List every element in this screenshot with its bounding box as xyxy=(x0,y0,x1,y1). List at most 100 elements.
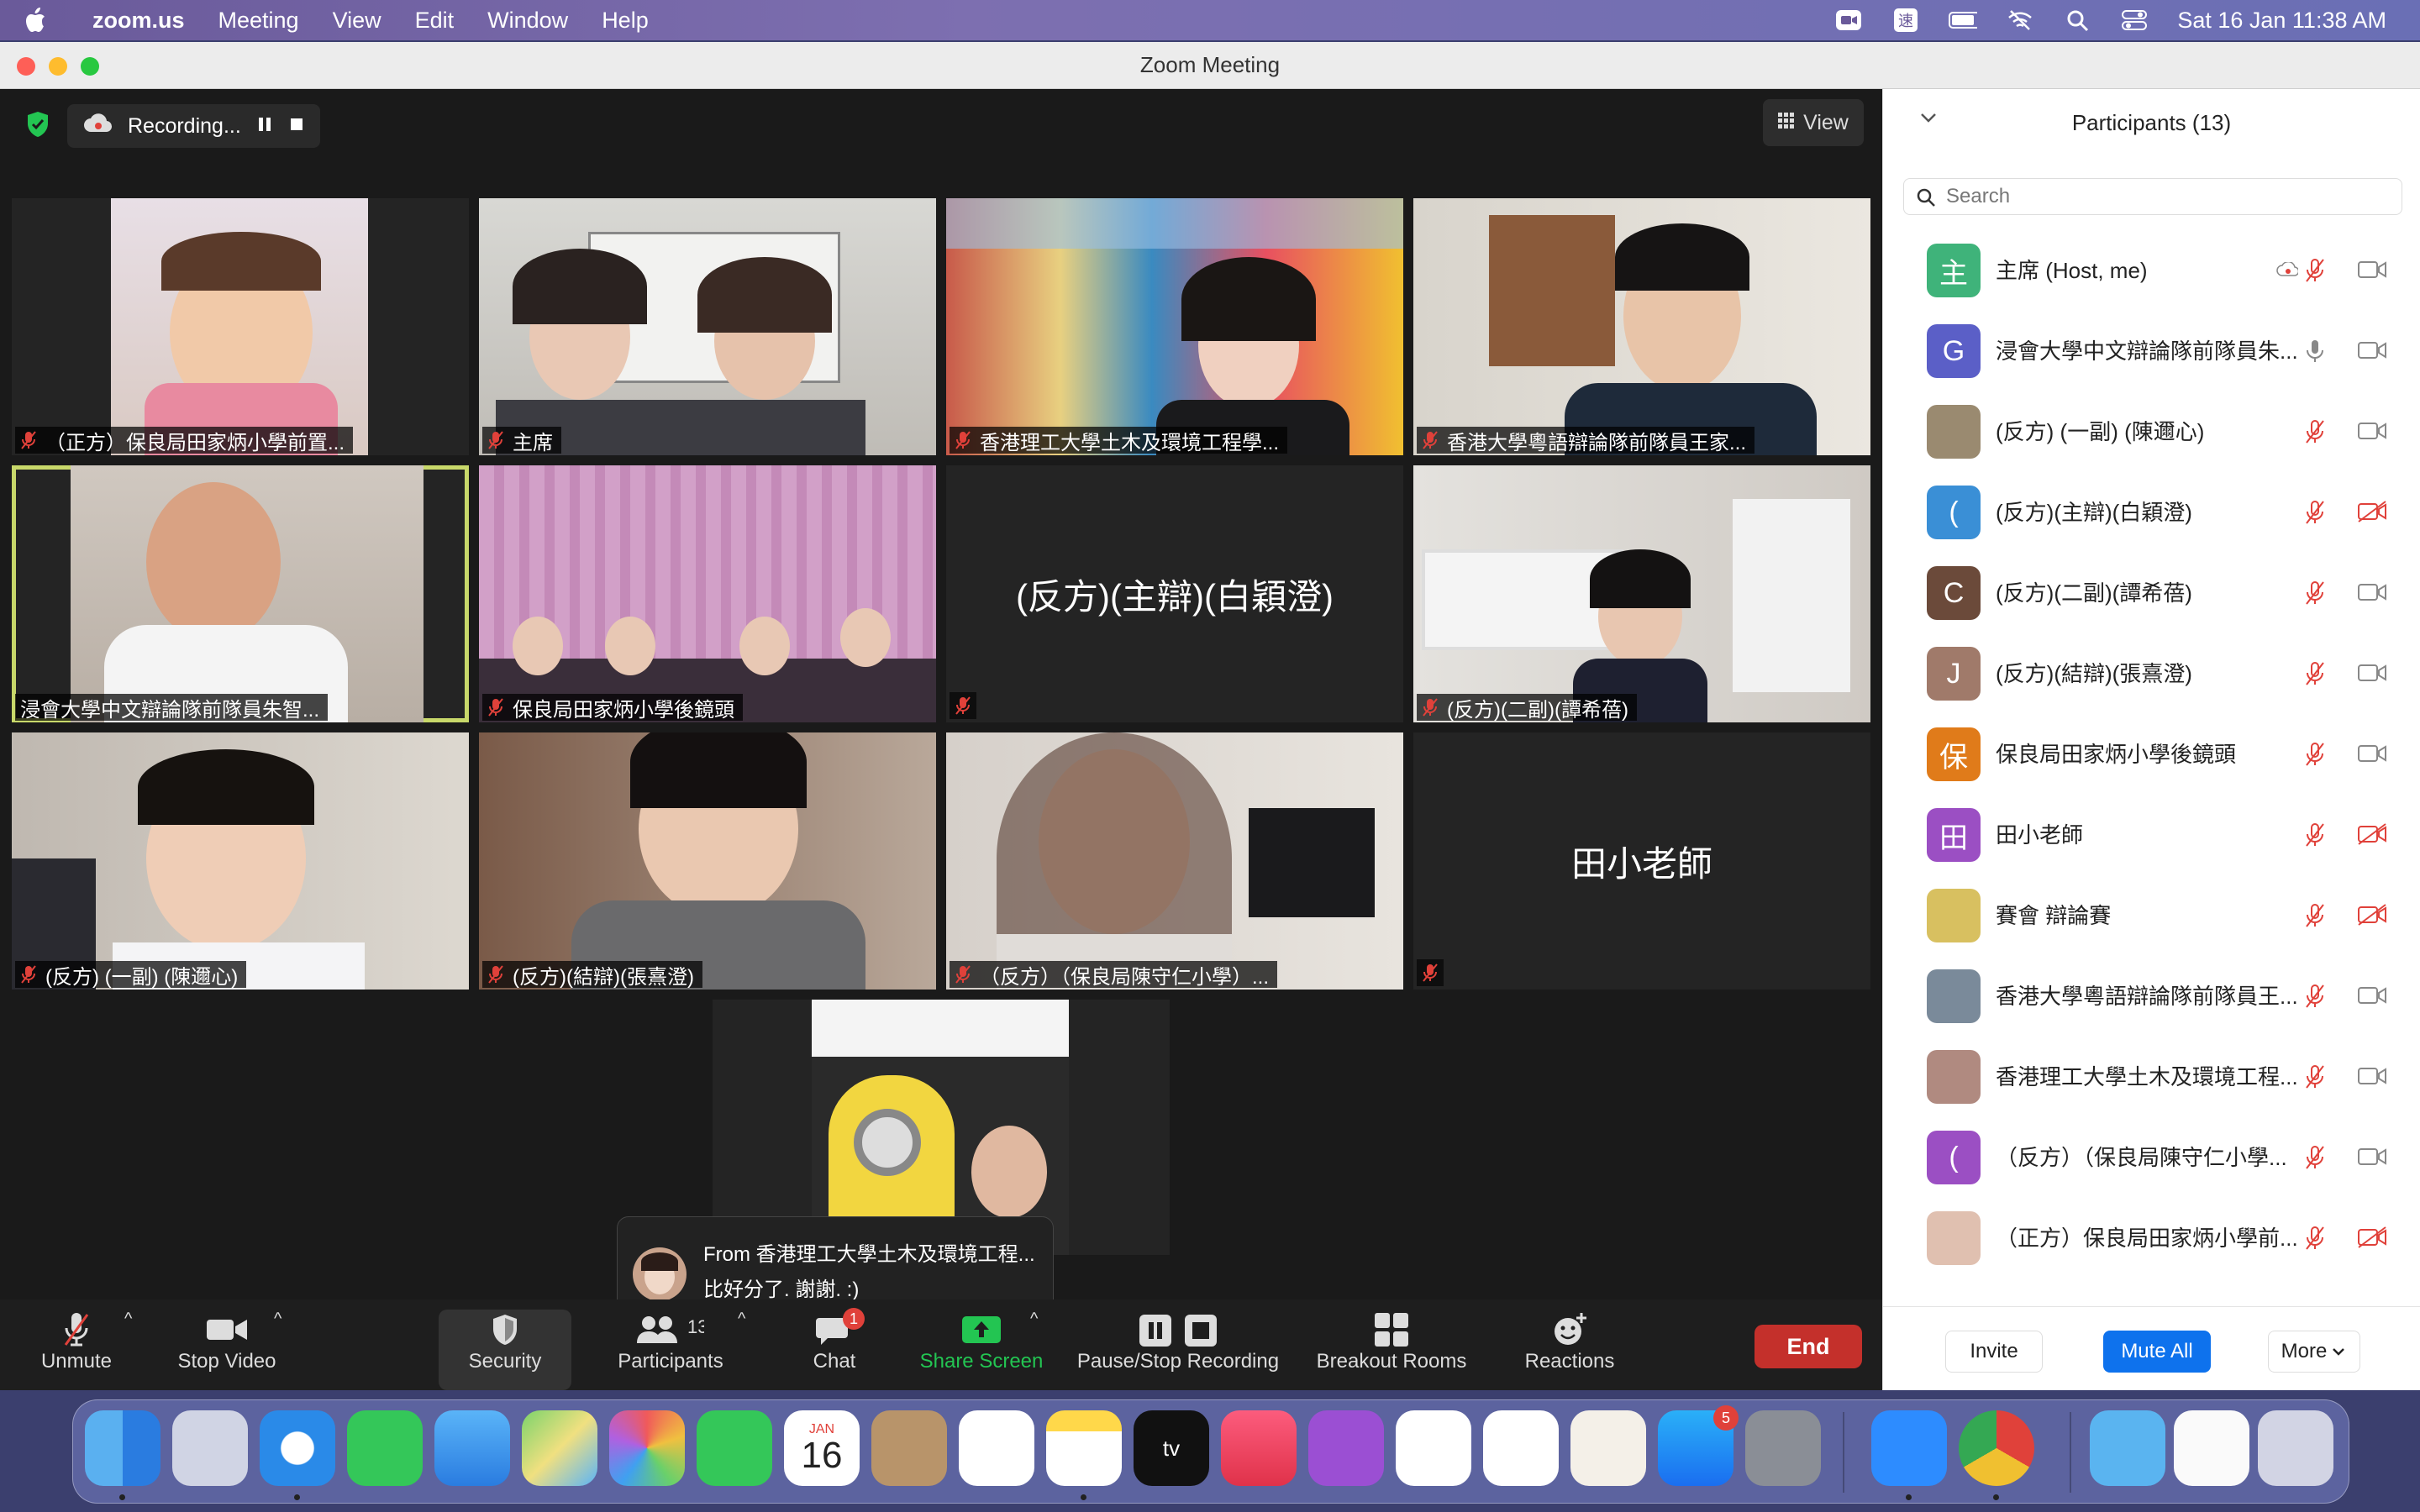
trash-icon[interactable] xyxy=(2258,1410,2333,1486)
participant-row[interactable]: 保保良局田家炳小學後鏡頭 xyxy=(1883,712,2420,793)
finder-icon[interactable] xyxy=(85,1410,160,1486)
menu-view[interactable]: View xyxy=(333,8,381,34)
invite-button[interactable]: Invite xyxy=(1945,1331,2043,1373)
minimize-window-button[interactable] xyxy=(49,57,67,76)
chrome-icon[interactable] xyxy=(1959,1410,2034,1486)
muted-mic-icon[interactable] xyxy=(2303,660,2327,691)
participants-options-chevron-icon[interactable]: ^ xyxy=(738,1310,745,1329)
muted-mic-icon[interactable] xyxy=(2303,822,2327,853)
pages-icon[interactable] xyxy=(1570,1410,1646,1486)
safari-icon[interactable] xyxy=(260,1410,335,1486)
numbers-icon[interactable] xyxy=(1483,1410,1559,1486)
participant-row[interactable]: (反方) (一副) (陳邇心) xyxy=(1883,390,2420,470)
video-tile[interactable]: 主席 xyxy=(479,198,936,455)
video-camera-icon[interactable] xyxy=(2357,420,2387,446)
mute-all-button[interactable]: Mute All xyxy=(2103,1331,2211,1373)
video-camera-icon[interactable] xyxy=(2357,259,2387,285)
participant-row[interactable]: 香港大學粵語辯論隊前隊員王... xyxy=(1883,954,2420,1035)
participant-row[interactable]: C (反方)(二副)(譚希蓓) xyxy=(1883,551,2420,632)
podcasts-icon[interactable] xyxy=(1308,1410,1384,1486)
launchpad-icon[interactable] xyxy=(172,1410,248,1486)
facetime-icon[interactable] xyxy=(697,1410,772,1486)
muted-mic-icon[interactable] xyxy=(2303,580,2327,611)
video-off-icon[interactable] xyxy=(2357,823,2387,849)
video-off-icon[interactable] xyxy=(2357,501,2387,527)
chat-button[interactable]: 1 Chat xyxy=(797,1308,872,1390)
video-camera-icon[interactable] xyxy=(2357,339,2387,365)
participant-row[interactable]: J (反方)(結辯)(張熹澄) xyxy=(1883,632,2420,712)
stop-recording-icon[interactable] xyxy=(288,114,305,139)
participant-row[interactable]: (（反方）（保良局陳守仁小學... xyxy=(1883,1116,2420,1196)
video-tile[interactable]: (反方) (一副) (陳邇心) xyxy=(12,732,469,990)
end-meeting-button[interactable]: End xyxy=(1754,1325,1862,1368)
video-camera-icon[interactable] xyxy=(2357,1065,2387,1091)
muted-mic-icon[interactable] xyxy=(2303,1063,2327,1095)
video-off-icon[interactable] xyxy=(2357,904,2387,930)
system-preferences-icon[interactable] xyxy=(1745,1410,1821,1486)
keynote-icon[interactable] xyxy=(1396,1410,1471,1486)
muted-mic-icon[interactable] xyxy=(2303,902,2327,933)
participant-row[interactable]: 香港理工大學土木及環境工程... xyxy=(1883,1035,2420,1116)
app-store-icon[interactable]: 5 xyxy=(1658,1405,1739,1486)
menu-meeting[interactable]: Meeting xyxy=(218,8,299,34)
muted-mic-icon[interactable] xyxy=(2303,1144,2327,1175)
view-button[interactable]: View xyxy=(1763,99,1864,146)
chevron-down-icon[interactable] xyxy=(1918,108,1939,134)
zoom-app-icon[interactable] xyxy=(1871,1410,1947,1486)
wifi-off-icon[interactable] xyxy=(2006,8,2034,32)
control-center-icon[interactable] xyxy=(2120,8,2149,32)
menubar-clock[interactable]: Sat 16 Jan 11:38 AM xyxy=(2177,8,2386,34)
pause-recording-icon[interactable] xyxy=(256,114,273,139)
muted-mic-icon[interactable] xyxy=(2303,983,2327,1014)
video-options-chevron-icon[interactable]: ^ xyxy=(274,1310,281,1329)
battery-icon[interactable] xyxy=(1949,8,1978,32)
mail-icon[interactable] xyxy=(434,1410,510,1486)
video-camera-icon[interactable] xyxy=(2357,743,2387,769)
participant-row[interactable]: 田田小老師 xyxy=(1883,793,2420,874)
participant-row[interactable]: 主主席 (Host, me) xyxy=(1883,228,2420,309)
messages-icon[interactable] xyxy=(347,1410,423,1486)
participant-row[interactable]: G 浸會大學中文辯論隊前隊員朱... xyxy=(1883,309,2420,390)
video-tile[interactable]: （反方）（保良局陳守仁小學）... xyxy=(946,732,1403,990)
apple-icon[interactable] xyxy=(24,0,74,40)
video-off-tile[interactable]: 田小老師 xyxy=(1413,732,1870,990)
video-camera-icon[interactable] xyxy=(2357,662,2387,688)
documents-stack-icon[interactable] xyxy=(2174,1410,2249,1486)
video-tile[interactable]: (反方)(結辯)(張熹澄) xyxy=(479,732,936,990)
video-camera-icon[interactable] xyxy=(2357,984,2387,1011)
participant-search-input[interactable]: Search xyxy=(1903,178,2402,215)
participant-row[interactable]: 賽會 辯論賽 xyxy=(1883,874,2420,954)
menu-help[interactable]: Help xyxy=(602,8,649,34)
muted-mic-icon[interactable] xyxy=(2303,741,2327,772)
zoom-window-button[interactable] xyxy=(81,57,99,76)
menu-edit[interactable]: Edit xyxy=(415,8,455,34)
spotlight-icon[interactable] xyxy=(2063,8,2091,32)
menu-app[interactable]: zoom.us xyxy=(92,8,185,34)
unmute-button[interactable]: Unmute xyxy=(24,1310,129,1390)
notes-icon[interactable] xyxy=(1046,1410,1122,1486)
video-off-icon[interactable] xyxy=(2357,1226,2387,1252)
maps-icon[interactable] xyxy=(522,1410,597,1486)
breakout-rooms-button[interactable]: Breakout Rooms xyxy=(1307,1310,1476,1390)
close-window-button[interactable] xyxy=(17,57,35,76)
reminders-icon[interactable] xyxy=(959,1410,1034,1486)
muted-mic-icon[interactable] xyxy=(2303,418,2327,449)
muted-mic-icon[interactable] xyxy=(2303,499,2327,530)
mic-icon[interactable] xyxy=(2303,338,2327,369)
photos-icon[interactable] xyxy=(609,1410,685,1486)
video-tile[interactable]: （正方）保良局田家炳小學前置... xyxy=(12,198,469,455)
video-tile[interactable]: (反方)(二副)(譚希蓓) xyxy=(1413,465,1870,722)
video-camera-icon[interactable] xyxy=(2357,581,2387,607)
muted-mic-icon[interactable] xyxy=(2303,1225,2327,1256)
video-tile[interactable]: 保良局田家炳小學後鏡頭 xyxy=(479,465,936,722)
participant-row[interactable]: （正方）保良局田家炳小學前... xyxy=(1883,1196,2420,1277)
shield-icon[interactable] xyxy=(25,110,50,143)
stop-video-button[interactable]: Stop Video xyxy=(168,1310,286,1390)
muted-mic-icon[interactable] xyxy=(2303,257,2327,288)
video-tile[interactable]: 香港大學粵語辯論隊前隊員王家... xyxy=(1413,198,1870,455)
apple-tv-icon[interactable]: tv xyxy=(1134,1410,1209,1486)
audio-options-chevron-icon[interactable]: ^ xyxy=(124,1310,132,1329)
video-camera-icon[interactable] xyxy=(2357,1146,2387,1172)
more-button[interactable]: More xyxy=(2268,1331,2360,1373)
downloads-folder-icon[interactable] xyxy=(2090,1410,2165,1486)
